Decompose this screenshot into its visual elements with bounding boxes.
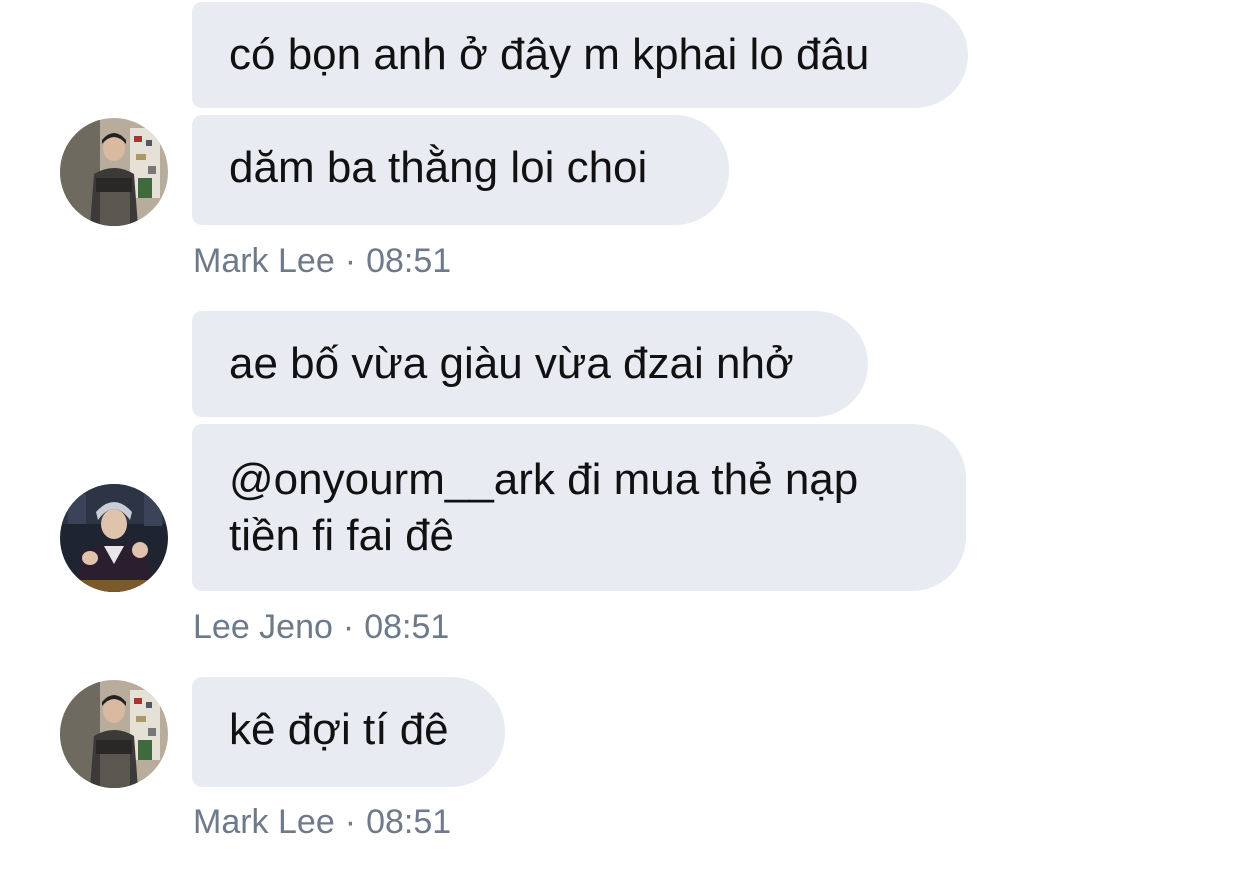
message-meta: Lee Jeno · 08:51 (193, 607, 449, 647)
message-bubble[interactable]: dăm ba thằng loi choi (192, 115, 729, 225)
message-time: 08:51 (364, 608, 450, 646)
meta-separator: · (342, 608, 355, 646)
avatar[interactable] (60, 484, 168, 592)
message-meta: Mark Lee · 08:51 (193, 802, 451, 842)
avatar[interactable] (60, 680, 168, 788)
sender-name: Mark Lee (193, 803, 335, 841)
message-text: có bọn anh ở đây m kphai lo đâu (229, 30, 870, 79)
avatar[interactable] (60, 118, 168, 226)
message-bubble[interactable]: ae bố vừa giàu vừa đzai nhở (192, 311, 868, 417)
message-time: 08:51 (366, 803, 452, 841)
message-bubble[interactable]: có bọn anh ở đây m kphai lo đâu (192, 2, 968, 108)
meta-separator: · (344, 242, 357, 280)
message-text: dăm ba thằng loi choi (229, 143, 648, 192)
message-text: @onyourm__ark đi mua thẻ nạp tiền fi fai… (229, 455, 859, 560)
sender-name: Mark Lee (193, 242, 335, 280)
message-meta: Mark Lee · 08:51 (193, 241, 451, 281)
message-text: kê đợi tí đê (229, 705, 449, 754)
message-bubble[interactable]: kê đợi tí đê (192, 677, 505, 787)
user-avatar-icon (60, 680, 168, 788)
user-avatar-icon (60, 118, 168, 226)
meta-separator: · (344, 803, 357, 841)
sender-name: Lee Jeno (193, 608, 333, 646)
message-text: ae bố vừa giàu vừa đzai nhở (229, 339, 794, 388)
message-bubble[interactable]: @onyourm__ark đi mua thẻ nạp tiền fi fai… (192, 424, 966, 591)
user-avatar-icon (60, 484, 168, 592)
message-time: 08:51 (366, 242, 452, 280)
